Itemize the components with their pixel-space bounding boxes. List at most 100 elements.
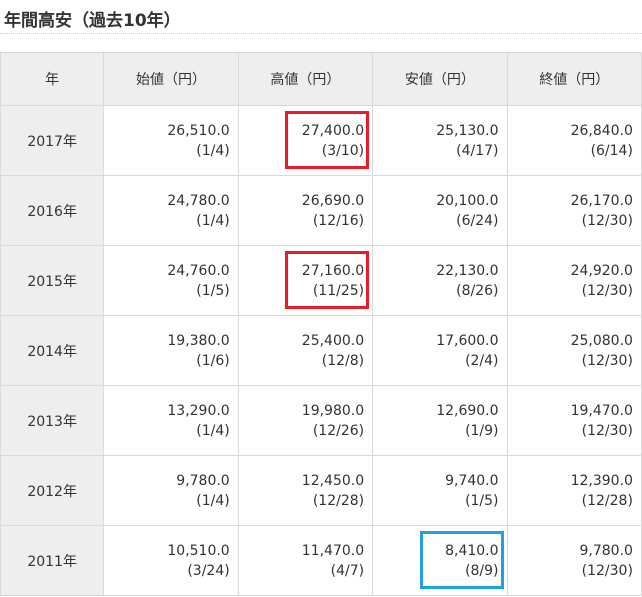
close-value: 9,780.0	[579, 543, 633, 559]
low-value: 20,100.0	[436, 193, 499, 209]
low-value: 22,130.0	[436, 263, 499, 279]
high-date: (3/10)	[321, 143, 365, 159]
low-value: 17,600.0	[436, 333, 499, 349]
header-low: 安値（円）	[372, 52, 508, 106]
low-date: (2/4)	[465, 353, 499, 369]
open-cell: 10,510.0 (3/24)	[103, 525, 239, 596]
page-title: 年間高安（過去10年）	[4, 11, 181, 31]
close-cell: 12,390.0 (12/28)	[506, 455, 642, 526]
close-date: (12/30)	[581, 563, 633, 579]
open-value: 13,290.0	[167, 403, 230, 419]
high-value: 27,400.0	[301, 123, 365, 139]
high-value: 19,980.0	[301, 403, 365, 419]
title-divider	[0, 33, 642, 34]
high-cell: 11,470.0 (4/7)	[237, 525, 374, 596]
table-row: 2016年 24,780.0 (1/4) 26,690.0 (12/16) 20…	[0, 175, 642, 246]
open-date: (1/4)	[196, 423, 230, 439]
low-date: (8/26)	[456, 283, 499, 299]
year-cell: 2012年	[0, 455, 105, 526]
year-cell: 2013年	[0, 385, 105, 456]
high-date: (12/8)	[321, 353, 365, 369]
header-open: 始値（円）	[103, 52, 239, 106]
close-value: 25,080.0	[570, 333, 633, 349]
price-range-table: 年 始値（円） 高値（円） 安値（円） 終値（円） 2017年 26,510.0…	[0, 52, 642, 596]
open-date: (1/4)	[196, 493, 230, 509]
table-row: 2015年 24,760.0 (1/5) 27,160.0 (11/25) 22…	[0, 245, 642, 316]
high-cell: 12,450.0 (12/28)	[237, 455, 374, 526]
high-cell: 19,980.0 (12/26)	[237, 385, 374, 456]
year-cell: 2014年	[0, 315, 105, 386]
year-cell: 2015年	[0, 245, 105, 316]
close-cell: 24,920.0 (12/30)	[506, 245, 642, 316]
price-range-table-container: 年 始値（円） 高値（円） 安値（円） 終値（円） 2017年 26,510.0…	[0, 52, 642, 596]
close-cell: 26,840.0 (6/14)	[506, 105, 642, 176]
close-cell: 25,080.0 (12/30)	[506, 315, 642, 386]
open-date: (3/24)	[187, 563, 230, 579]
open-value: 19,380.0	[167, 333, 230, 349]
high-date: (12/16)	[312, 213, 365, 229]
high-value: 11,470.0	[301, 543, 365, 559]
open-cell: 24,780.0 (1/4)	[103, 175, 239, 246]
close-cell: 9,780.0 (12/30)	[506, 525, 642, 596]
table-row: 2012年 9,780.0 (1/4) 12,450.0 (12/28) 9,7…	[0, 455, 642, 526]
open-value: 10,510.0	[167, 543, 230, 559]
high-value: 25,400.0	[301, 333, 365, 349]
open-date: (1/4)	[196, 213, 230, 229]
close-date: (12/30)	[581, 353, 633, 369]
high-cell: 25,400.0 (12/8)	[237, 315, 374, 386]
low-cell: 9,740.0 (1/5)	[372, 455, 508, 526]
year-cell: 2017年	[0, 105, 105, 176]
low-cell: 25,130.0 (4/17)	[372, 105, 508, 176]
open-value: 24,760.0	[167, 263, 230, 279]
low-cell: 8,410.0 (8/9)	[372, 525, 508, 596]
high-date: (4/7)	[330, 563, 365, 579]
high-value: 27,160.0	[301, 263, 365, 279]
low-value: 8,410.0	[445, 543, 499, 559]
high-value: 12,450.0	[301, 473, 365, 489]
table-row: 2014年 19,380.0 (1/6) 25,400.0 (12/8) 17,…	[0, 315, 642, 386]
low-cell: 17,600.0 (2/4)	[372, 315, 508, 386]
low-value: 9,740.0	[445, 473, 499, 489]
open-cell: 24,760.0 (1/5)	[103, 245, 239, 316]
close-value: 26,840.0	[570, 123, 633, 139]
open-date: (1/5)	[196, 283, 230, 299]
header-year: 年	[0, 52, 105, 106]
high-date: (12/28)	[312, 493, 365, 509]
high-cell: 26,690.0 (12/16)	[237, 175, 374, 246]
low-cell: 20,100.0 (6/24)	[372, 175, 508, 246]
open-value: 9,780.0	[176, 473, 230, 489]
year-cell: 2011年	[0, 525, 105, 596]
open-date: (1/4)	[196, 143, 230, 159]
high-cell: 27,400.0 (3/10)	[237, 105, 374, 176]
close-date: (12/30)	[581, 423, 633, 439]
high-date: (12/26)	[312, 423, 365, 439]
close-cell: 26,170.0 (12/30)	[506, 175, 642, 246]
low-value: 25,130.0	[436, 123, 499, 139]
low-value: 12,690.0	[436, 403, 499, 419]
low-date: (6/24)	[456, 213, 499, 229]
close-cell: 19,470.0 (12/30)	[506, 385, 642, 456]
open-cell: 9,780.0 (1/4)	[103, 455, 239, 526]
open-cell: 19,380.0 (1/6)	[103, 315, 239, 386]
open-date: (1/6)	[196, 353, 230, 369]
header-high: 高値（円）	[237, 52, 374, 106]
close-date: (12/28)	[581, 493, 633, 509]
open-value: 24,780.0	[167, 193, 230, 209]
table-header-row: 年 始値（円） 高値（円） 安値（円） 終値（円）	[0, 52, 642, 106]
low-date: (1/5)	[465, 493, 499, 509]
low-cell: 12,690.0 (1/9)	[372, 385, 508, 456]
high-date: (11/25)	[312, 283, 365, 299]
year-cell: 2016年	[0, 175, 105, 246]
close-date: (12/30)	[581, 283, 633, 299]
table-row: 2011年 10,510.0 (3/24) 11,470.0 (4/7) 8,4…	[0, 525, 642, 596]
table-row: 2017年 26,510.0 (1/4) 27,400.0 (3/10) 25,…	[0, 105, 642, 176]
low-date: (8/9)	[465, 563, 499, 579]
close-value: 12,390.0	[570, 473, 633, 489]
open-value: 26,510.0	[167, 123, 230, 139]
header-close: 終値（円）	[506, 52, 642, 106]
low-cell: 22,130.0 (8/26)	[372, 245, 508, 316]
close-date: (12/30)	[581, 213, 633, 229]
close-date: (6/14)	[590, 143, 633, 159]
close-value: 26,170.0	[570, 193, 633, 209]
close-value: 19,470.0	[570, 403, 633, 419]
